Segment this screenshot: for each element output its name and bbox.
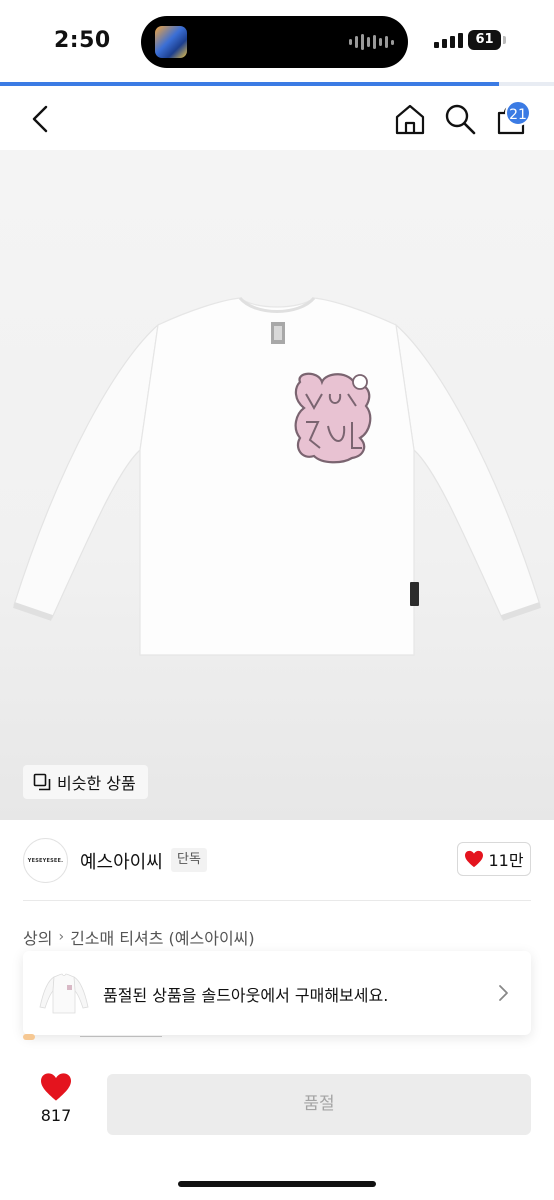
breadcrumb: 상의 › 긴소매 티셔츠 (예스아이씨) [23, 925, 255, 949]
seller-like-count: 11만 [488, 851, 524, 870]
home-indicator[interactable] [178, 1181, 376, 1187]
top-navigation [0, 88, 554, 150]
chevron-right-icon [499, 985, 508, 1001]
audio-waveform-icon [349, 33, 394, 51]
page-load-progress-fill [0, 82, 499, 86]
seller-name[interactable]: 예스아이씨 [80, 848, 163, 874]
status-bar: 2:50 61 [0, 0, 554, 80]
cart-badge: 21 [505, 100, 531, 126]
seller-row: YESEYESEE. 예스아이씨 단독 11만 [0, 836, 554, 886]
dynamic-island[interactable] [141, 16, 408, 68]
signal-icon [434, 33, 463, 48]
back-icon[interactable] [24, 102, 58, 136]
faint-underline [80, 1036, 162, 1037]
heart-icon [465, 850, 484, 868]
now-playing-artwork [155, 26, 187, 58]
product-image[interactable]: 비슷한 상품 [0, 150, 554, 820]
wishlist-count: 817 [40, 1106, 72, 1125]
heart-icon [41, 1073, 71, 1101]
soldout-banner-text: 품절된 상품을 솔드아웃에서 구매해보세요. [103, 986, 389, 1005]
chevron-right-icon: › [58, 929, 65, 945]
search-icon[interactable] [443, 102, 477, 136]
home-icon[interactable] [393, 102, 427, 136]
battery-tip [503, 36, 506, 44]
banner-thumbnail [39, 973, 89, 1014]
partially-hidden-row [23, 1034, 163, 1042]
seller-like-button[interactable]: 11만 [457, 842, 531, 876]
wishlist-button[interactable]: 817 [30, 1072, 82, 1132]
copy-icon [33, 773, 51, 791]
similar-products-button[interactable]: 비슷한 상품 [23, 765, 148, 799]
faint-star-icon [23, 1034, 35, 1040]
exclusive-badge: 단독 [171, 848, 207, 872]
battery-icon: 61 [468, 30, 501, 50]
tshirt-graphic [294, 372, 372, 464]
longsleeve-tshirt-image [13, 296, 541, 656]
section-divider [23, 900, 531, 901]
page-load-progress [0, 82, 554, 86]
breadcrumb-subcategory[interactable]: 긴소매 티셔츠 (예스아이씨) [70, 925, 255, 949]
seller-logo[interactable]: YESEYESEE. [23, 838, 68, 883]
soldout-banner[interactable]: 품절된 상품을 솔드아웃에서 구매해보세요. [23, 951, 531, 1035]
breadcrumb-category[interactable]: 상의 [23, 925, 52, 949]
similar-products-label: 비슷한 상품 [57, 774, 136, 793]
soldout-buy-button[interactable]: 품절 [107, 1074, 531, 1135]
status-time: 2:50 [54, 28, 111, 53]
bottom-action-bar: 817 품절 [0, 1050, 554, 1200]
